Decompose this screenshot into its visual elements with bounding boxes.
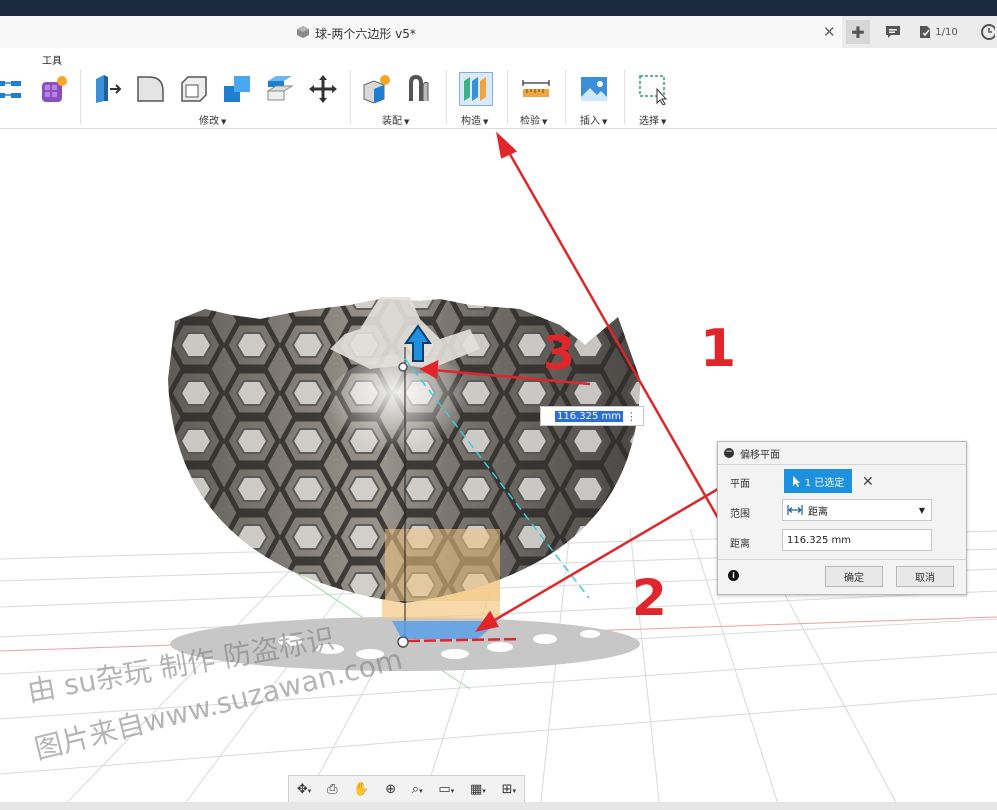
os-top-bar <box>0 0 997 16</box>
new-component-button[interactable] <box>359 72 393 106</box>
display-settings-icon[interactable]: ▭▾ <box>438 782 454 797</box>
component-icon <box>296 25 310 42</box>
select-menu[interactable]: 选择 ▼ <box>639 112 666 127</box>
offset-plane-dialog: − 偏移平面 平面 1 已选定 ✕ 范围 距离 ▼ 距离 i 确定 取消 <box>717 441 967 595</box>
move-arrows-icon <box>309 75 337 103</box>
extent-label: 范围 <box>730 508 750 520</box>
sketch-dimension-button[interactable] <box>0 72 30 106</box>
modify-menu[interactable]: 修改 ▼ <box>199 112 226 127</box>
plane-selection-button[interactable]: 1 已选定 <box>784 469 852 493</box>
viewports-icon[interactable]: ⊞▾ <box>502 782 516 797</box>
shell-icon <box>181 76 207 102</box>
window-select-icon <box>639 75 668 105</box>
image-icon <box>581 77 607 101</box>
collapse-icon[interactable]: − <box>724 448 734 458</box>
annotation-marker-3: 3 <box>543 326 575 380</box>
toolbar-separator <box>565 70 566 124</box>
construct-plane-icon <box>464 77 486 101</box>
inspect-menu[interactable]: 检验 ▼ <box>520 112 547 127</box>
extent-row: 范围 距离 ▼ <box>718 499 966 525</box>
new-component-icon <box>363 75 390 104</box>
status-strip <box>0 802 997 810</box>
annotation-marker-2: 2 <box>632 569 667 627</box>
distance-label: 距离 <box>730 538 750 550</box>
cancel-button[interactable]: 取消 <box>896 566 954 587</box>
move-copy-button[interactable] <box>306 72 340 106</box>
job-status-icon <box>920 26 931 38</box>
ruler-icon <box>522 80 550 97</box>
toolbar-separator <box>507 70 508 124</box>
select-button[interactable] <box>636 72 670 106</box>
offset-face-button[interactable] <box>263 72 297 106</box>
ok-button[interactable]: 确定 <box>825 566 883 587</box>
clear-selection-icon[interactable]: ✕ <box>862 474 874 490</box>
press-pull-button[interactable] <box>91 72 125 106</box>
fillet-button[interactable] <box>134 72 168 106</box>
document-title: 球-两个六边形 v5* <box>296 25 416 42</box>
dialog-title: 偏移平面 <box>740 449 780 461</box>
document-tab-bar: 球-两个六边形 v5* ✕ ✚ 1/10 <box>0 16 997 49</box>
zoom-window-icon[interactable]: ⌕▾ <box>412 782 423 797</box>
document-tab[interactable]: 球-两个六边形 v5* ✕ <box>0 16 842 48</box>
grid-settings-icon[interactable]: ▦▾ <box>470 782 486 797</box>
fillet-icon <box>137 76 164 102</box>
combine-icon <box>224 76 250 102</box>
joint-button[interactable] <box>402 72 436 106</box>
ribbon-toolbar: 工具 修改 ▼ 装配 ▼ 构造 ▼ 检验 ▼ 插入 ▼ 选择 ▼ <box>0 48 997 129</box>
toolbar-separator <box>624 70 625 124</box>
pan-hand-icon[interactable]: ✋ <box>353 782 369 797</box>
clock-icon <box>980 24 995 40</box>
plane-label: 平面 <box>730 478 750 490</box>
extent-select[interactable]: 距离 ▼ <box>782 499 932 521</box>
addin-cube-icon <box>42 76 67 102</box>
plus-icon: ✚ <box>851 22 865 42</box>
origin-handle <box>397 636 409 648</box>
distance-field[interactable] <box>782 529 932 551</box>
look-at-icon[interactable]: ⎙ <box>327 782 337 797</box>
orbit-icon[interactable]: ✥▾ <box>297 782 311 797</box>
job-status-button[interactable]: 1/10 <box>914 20 962 44</box>
tools-tab-label: 工具 <box>42 56 62 67</box>
zoom-icon[interactable]: ⊕ <box>385 782 396 797</box>
dialog-divider <box>718 559 966 560</box>
hierarchy-icon <box>0 81 21 98</box>
info-icon[interactable]: i <box>728 570 739 581</box>
annotation-marker-1: 1 <box>700 319 736 379</box>
plane-row: 平面 1 已选定 ✕ <box>718 469 966 495</box>
navigation-bar: ✥▾ ⎙ ✋ ⊕ ⌕▾ ▭▾ ▦▾ ⊞▾ <box>288 775 525 803</box>
comment-icon <box>886 26 900 38</box>
chevron-down-icon: ▼ <box>918 505 925 515</box>
distance-row: 距离 <box>718 529 966 555</box>
measure-button[interactable] <box>519 72 553 106</box>
new-tab-button[interactable]: ✚ <box>846 20 870 44</box>
cursor-icon <box>792 475 800 487</box>
clock-button[interactable] <box>976 20 997 44</box>
insert-image-button[interactable] <box>577 72 611 106</box>
toolbar-separator <box>80 70 81 124</box>
addin-tool-button[interactable] <box>36 72 70 106</box>
press-pull-icon <box>96 75 122 103</box>
construct-menu[interactable]: 构造 ▼ <box>461 112 488 127</box>
joint-icon <box>409 74 429 101</box>
offset-plane-button[interactable] <box>459 72 493 106</box>
close-tab-icon[interactable]: ✕ <box>823 23 836 41</box>
offset-face-icon <box>266 76 294 101</box>
assemble-menu[interactable]: 装配 ▼ <box>382 112 409 127</box>
distance-input-text: 116.325 mm <box>555 410 624 422</box>
insert-menu[interactable]: 插入 ▼ <box>580 112 607 127</box>
distance-input-box[interactable]: 116.325 mm ⋮ <box>540 406 644 426</box>
more-options-icon[interactable]: ⋮ <box>626 410 637 423</box>
dialog-header[interactable]: − 偏移平面 <box>718 442 966 465</box>
shell-button[interactable] <box>177 72 211 106</box>
distance-type-icon <box>787 505 803 515</box>
combine-button[interactable] <box>220 72 254 106</box>
toolbar-separator <box>350 70 351 124</box>
toolbar-separator <box>446 70 447 124</box>
comments-button[interactable] <box>880 20 906 44</box>
